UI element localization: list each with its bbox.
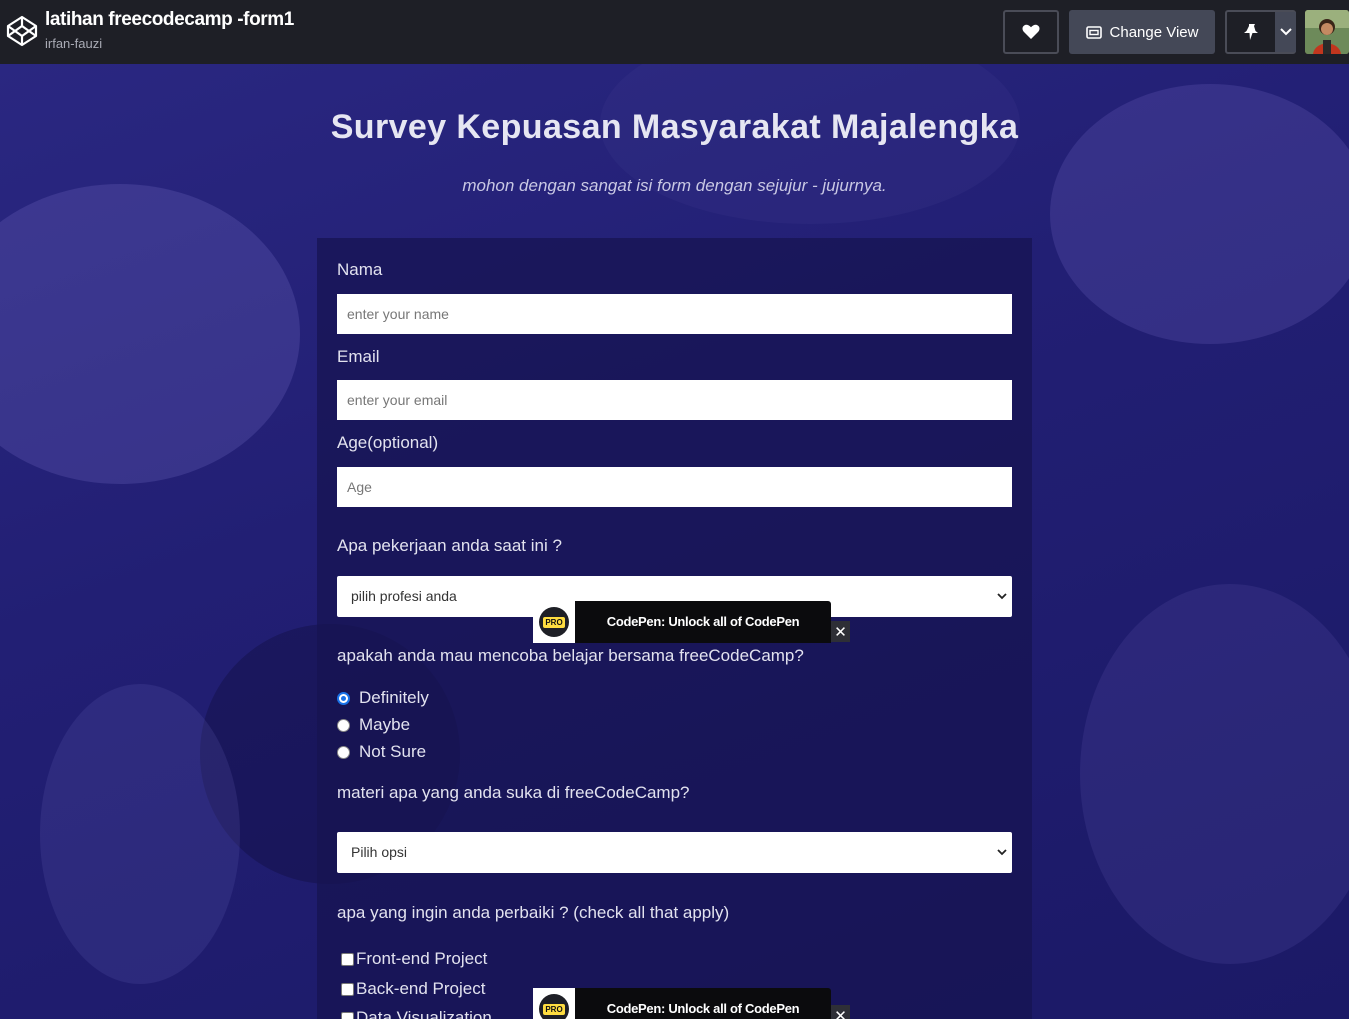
chevron-down-icon — [997, 593, 1007, 600]
job-dropdown-value: pilih profesi anda — [351, 588, 457, 604]
checkbox-label: Data Visualization — [356, 1008, 492, 1019]
learn-question: apakah anda mau mencoba belajar bersama … — [337, 646, 804, 665]
promo-close-icon[interactable]: ✕ — [831, 1005, 850, 1019]
email-input[interactable] — [337, 380, 1012, 420]
pro-badge-text: PRO — [543, 616, 565, 628]
chevron-down-icon — [997, 849, 1007, 856]
age-input[interactable] — [337, 467, 1012, 507]
page-description: mohon dengan sangat isi form dengan seju… — [462, 176, 887, 195]
codepen-header: latihan freecodecamp -form1 irfan-fauzi … — [0, 0, 1349, 64]
change-view-label: Change View — [1109, 23, 1199, 41]
view-icon — [1085, 25, 1102, 39]
pro-badge-text: PRO — [543, 1003, 565, 1015]
improve-question: apa yang ingin anda perbaiki ? (check al… — [337, 903, 730, 922]
user-avatar[interactable] — [1305, 10, 1349, 54]
heart-icon — [1022, 24, 1040, 39]
checkbox-option-data-visualization[interactable]: Data Visualization — [341, 1008, 492, 1019]
chevron-down-icon — [1279, 28, 1292, 36]
material-dropdown[interactable]: Pilih opsi — [337, 832, 1012, 873]
radio-label: Not Sure — [359, 742, 427, 761]
checkbox[interactable] — [341, 1011, 354, 1019]
radio-button[interactable] — [337, 691, 350, 705]
checkbox-option-front-end[interactable]: Front-end Project — [341, 949, 487, 969]
checkbox[interactable] — [341, 982, 354, 996]
email-label: Email — [337, 347, 380, 366]
avatar-image — [1305, 10, 1349, 54]
radio-button[interactable] — [337, 718, 350, 732]
page-title: Survey Kepuasan Masyarakat Majalengka — [330, 108, 1019, 146]
pin-button[interactable] — [1227, 12, 1275, 52]
pen-title: latihan freecodecamp -form1 — [45, 9, 294, 30]
pro-badge-icon: PRO — [533, 601, 575, 643]
radio-option-maybe[interactable]: Maybe — [337, 715, 410, 735]
job-question: Apa pekerjaan anda saat ini ? — [337, 536, 562, 555]
promo-text: CodePen: Unlock all of CodePen — [606, 1001, 800, 1016]
pen-author-link[interactable]: irfan-fauzi — [45, 36, 102, 51]
like-button[interactable] — [1003, 10, 1059, 54]
promo-close-icon[interactable]: ✕ — [831, 621, 850, 642]
radio-button[interactable] — [337, 745, 350, 759]
codepen-logo-icon[interactable] — [6, 15, 38, 47]
pin-dropdown-button[interactable] — [1275, 12, 1296, 52]
radio-label: Definitely — [359, 688, 429, 707]
codepen-pro-promo-2[interactable]: PRO CodePen: Unlock all of CodePen — [533, 988, 831, 1019]
age-label: Age(optional) — [337, 433, 439, 452]
material-dropdown-value: Pilih opsi — [351, 844, 408, 860]
change-view-button[interactable]: Change View — [1069, 10, 1215, 54]
promo-text: CodePen: Unlock all of CodePen — [606, 614, 800, 629]
checkbox-option-back-end[interactable]: Back-end Project — [341, 979, 485, 999]
name-input[interactable] — [337, 294, 1012, 334]
name-label: Nama — [337, 260, 383, 279]
checkbox-label: Back-end Project — [356, 979, 486, 998]
pro-badge-icon: PRO — [533, 988, 575, 1019]
checkbox[interactable] — [341, 952, 354, 966]
pin-menu[interactable] — [1225, 10, 1296, 54]
pin-icon — [1244, 24, 1258, 40]
radio-label: Maybe — [359, 715, 411, 734]
codepen-pro-promo[interactable]: PRO CodePen: Unlock all of CodePen — [533, 601, 831, 643]
checkbox-label: Front-end Project — [356, 949, 488, 968]
radio-option-not-sure[interactable]: Not Sure — [337, 742, 426, 762]
material-question: materi apa yang anda suka di freeCodeCam… — [337, 783, 690, 802]
radio-option-definitely[interactable]: Definitely — [337, 688, 429, 708]
